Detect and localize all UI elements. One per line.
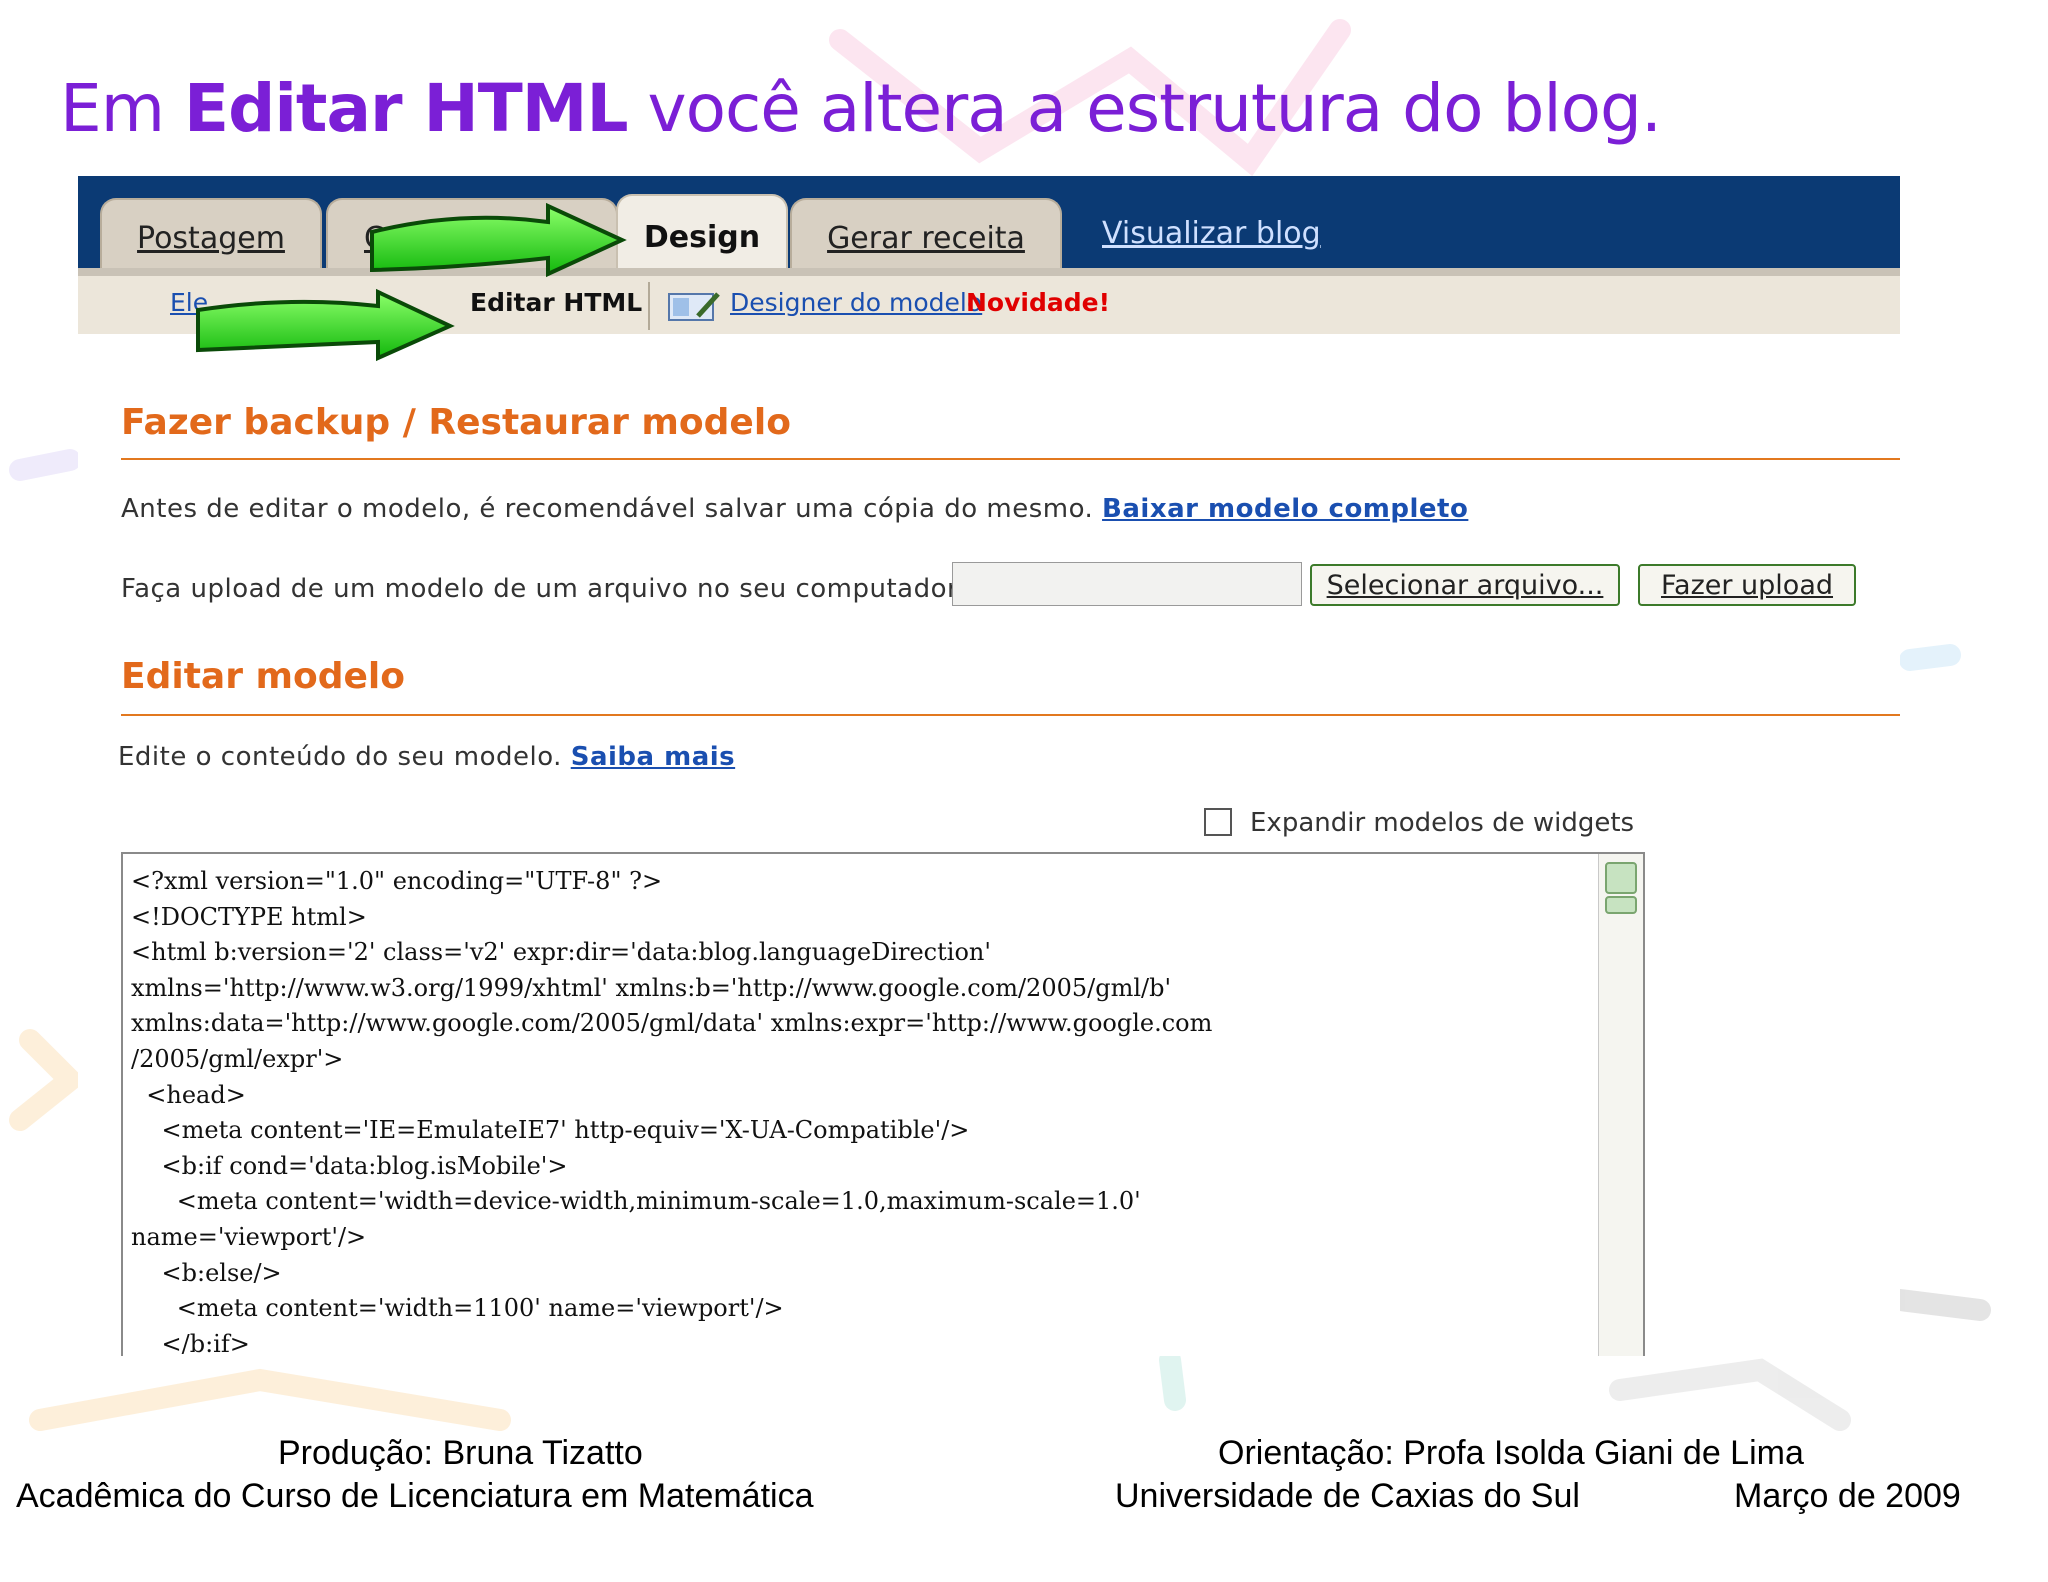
- expand-widgets-checkbox[interactable]: [1204, 808, 1232, 836]
- tab-design[interactable]: Design: [616, 194, 788, 278]
- slide-title-pre: Em: [60, 70, 184, 147]
- backup-section-title: Fazer backup / Restaurar modelo: [121, 402, 791, 443]
- edit-text-body: Edite o conteúdo do seu modelo.: [118, 742, 571, 772]
- subnav-editar-html[interactable]: Editar HTML: [470, 288, 642, 317]
- footer-date: Março de 2009: [1734, 1477, 1961, 1515]
- slide-title-post: você altera a estrutura do blog.: [627, 70, 1662, 147]
- select-file-button[interactable]: Selecionar arquivo...: [1310, 564, 1620, 606]
- subnav-elementos[interactable]: Ele: [170, 288, 208, 317]
- edit-text: Edite o conteúdo do seu modelo. Saiba ma…: [118, 742, 735, 772]
- footer-orientation: Orientação: Profa Isolda Giani de Lima: [1218, 1434, 1804, 1472]
- scroll-up-arrow-icon[interactable]: [1605, 862, 1637, 894]
- download-template-link[interactable]: Baixar modelo completo: [1102, 494, 1468, 524]
- template-code-editor[interactable]: <?xml version="1.0" encoding="UTF-8" ?> …: [121, 852, 1645, 1356]
- backup-divider: [121, 458, 1900, 460]
- expand-widgets-label: Expandir modelos de widgets: [1250, 808, 1635, 838]
- subnav-designer-link[interactable]: Designer do modelo: [730, 288, 982, 317]
- slide-title: Em Editar HTML você altera a estrutura d…: [60, 70, 1662, 147]
- backup-text-body: Antes de editar o modelo, é recomendável…: [121, 494, 1103, 524]
- edit-section-title: Editar modelo: [121, 656, 405, 697]
- novidade-badge: Novidade!: [966, 288, 1110, 317]
- blogger-screenshot: Postagem C Design Gerar receita Visualiz…: [78, 176, 1900, 1356]
- editor-scrollbar[interactable]: [1598, 854, 1643, 1356]
- tab-configuracoes[interactable]: C: [326, 198, 618, 276]
- tab-gerar-receita[interactable]: Gerar receita: [790, 198, 1062, 276]
- slide-title-bold: Editar HTML: [183, 70, 629, 147]
- top-tab-bar: Postagem C Design Gerar receita Visualiz…: [78, 176, 1900, 278]
- template-code[interactable]: <?xml version="1.0" encoding="UTF-8" ?> …: [131, 864, 1212, 1356]
- edit-divider: [121, 714, 1900, 716]
- footer-production: Produção: Bruna Tizatto: [278, 1434, 643, 1472]
- upload-label: Faça upload de um modelo de um arquivo n…: [121, 574, 968, 604]
- file-path-input[interactable]: [952, 562, 1302, 606]
- footer-academic: Acadêmica do Curso de Licenciatura em Ma…: [16, 1477, 814, 1515]
- footer-university: Universidade de Caxias do Sul: [1115, 1477, 1580, 1515]
- visualizar-blog-link[interactable]: Visualizar blog: [1102, 216, 1321, 251]
- tab-bar-strip: [78, 268, 1900, 276]
- backup-text: Antes de editar o modelo, é recomendável…: [121, 494, 1468, 524]
- template-designer-icon: [668, 292, 720, 321]
- upload-button[interactable]: Fazer upload: [1638, 564, 1856, 606]
- learn-more-link[interactable]: Saiba mais: [571, 742, 735, 772]
- subnav-separator: [648, 282, 650, 330]
- tab-postagem[interactable]: Postagem: [100, 198, 322, 276]
- design-subnav: Ele Editar HTML Designer do modelo Novid…: [78, 276, 1900, 334]
- scroll-thumb[interactable]: [1605, 896, 1637, 914]
